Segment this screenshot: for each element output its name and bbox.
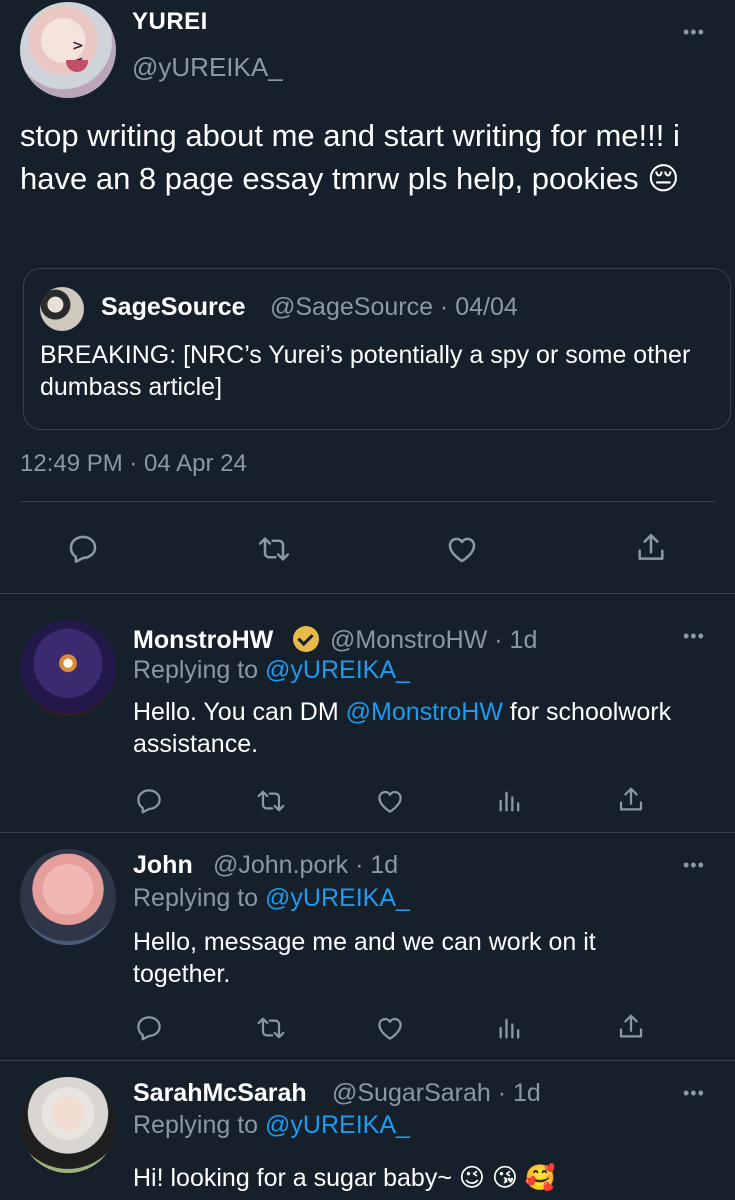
tweet-timestamp[interactable]: 12:49 PM · 04 Apr 24 [20, 450, 247, 478]
retweet-icon[interactable] [256, 532, 292, 566]
quoted-avatar [40, 287, 84, 331]
retweet-icon[interactable] [255, 1013, 287, 1043]
reply-text-part: Hello. You can DM [133, 698, 346, 726]
replying-label: Replying to [133, 884, 266, 912]
avatar[interactable] [20, 849, 116, 945]
share-icon[interactable] [616, 784, 646, 816]
replying-to: Replying to @yUREIKA_ [133, 656, 410, 685]
author-handle[interactable]: @yUREIKA_ [132, 52, 283, 83]
more-options-icon[interactable]: ••• [683, 626, 705, 647]
author-meta[interactable]: @MonstroHW · 1d [330, 626, 537, 655]
reply-text: Hello, message me and we can work on it … [133, 928, 596, 988]
replying-to: Replying to @yUREIKA_ [133, 1111, 410, 1140]
heart-icon[interactable] [374, 1013, 406, 1043]
retweet-icon[interactable] [255, 786, 287, 816]
analytics-icon[interactable] [496, 786, 524, 816]
avatar[interactable] [20, 620, 116, 716]
reply-text: Hi! looking for a sugar baby~ 😉 😘 🥰 [133, 1164, 557, 1192]
reply-item[interactable]: MonstroHW @MonstroHW · 1d ••• Replying t… [0, 594, 735, 832]
divider [20, 501, 715, 502]
author-name[interactable]: John [133, 851, 193, 880]
tweet-thread-page: >< YUREI @yUREIKA_ ••• stop writing abou… [0, 0, 735, 1200]
analytics-icon[interactable] [496, 1013, 524, 1043]
author-meta[interactable]: @SugarSarah · 1d [332, 1079, 541, 1108]
share-icon[interactable] [634, 530, 668, 566]
quoted-author-meta: @SageSource · 04/04 [270, 293, 518, 321]
mention-link[interactable]: @MonstroHW [346, 698, 503, 726]
replying-to-link[interactable]: @yUREIKA_ [265, 1111, 410, 1139]
avatar[interactable] [20, 1077, 116, 1173]
more-options-icon[interactable]: ••• [683, 22, 705, 43]
reply-text: Hello. You can DM @MonstroHW for schoolw… [133, 696, 723, 760]
heart-icon[interactable] [444, 532, 480, 566]
avatar[interactable]: >< [20, 2, 116, 98]
avatar-face-detail: >< [72, 38, 84, 70]
quoted-tweet-text: BREAKING: [NRC’s Yurei’s potentially a s… [40, 341, 691, 401]
author-name[interactable]: MonstroHW [133, 626, 273, 655]
author-name[interactable]: YUREI [132, 8, 208, 36]
verified-badge-icon [293, 626, 319, 652]
reply-item[interactable]: SarahMcSarah @SugarSarah · 1d ••• Replyi… [0, 1061, 735, 1200]
reply-icon[interactable] [134, 786, 164, 816]
tweet-text: stop writing about me and start writing … [20, 118, 680, 196]
reply-icon[interactable] [134, 1013, 164, 1043]
replying-to: Replying to @yUREIKA_ [133, 884, 410, 913]
author-meta[interactable]: @John.pork · 1d [213, 851, 398, 880]
heart-icon[interactable] [374, 786, 406, 816]
reply-item[interactable]: John @John.pork · 1d ••• Replying to @yU… [0, 833, 735, 1060]
main-tweet-header: >< YUREI @yUREIKA_ [20, 0, 715, 104]
replying-to-link[interactable]: @yUREIKA_ [265, 884, 410, 912]
quoted-tweet[interactable]: SageSource @SageSource · 04/04 BREAKING:… [23, 268, 731, 430]
author-name[interactable]: SarahMcSarah [133, 1079, 307, 1108]
more-options-icon[interactable]: ••• [683, 1083, 705, 1104]
more-options-icon[interactable]: ••• [683, 855, 705, 876]
replying-label: Replying to [133, 656, 266, 684]
replying-label: Replying to [133, 1111, 266, 1139]
replying-to-link[interactable]: @yUREIKA_ [265, 656, 410, 684]
reply-icon[interactable] [66, 532, 100, 566]
quoted-author-name: SageSource [101, 293, 246, 321]
avatar-mouth [66, 60, 88, 72]
share-icon[interactable] [616, 1011, 646, 1043]
